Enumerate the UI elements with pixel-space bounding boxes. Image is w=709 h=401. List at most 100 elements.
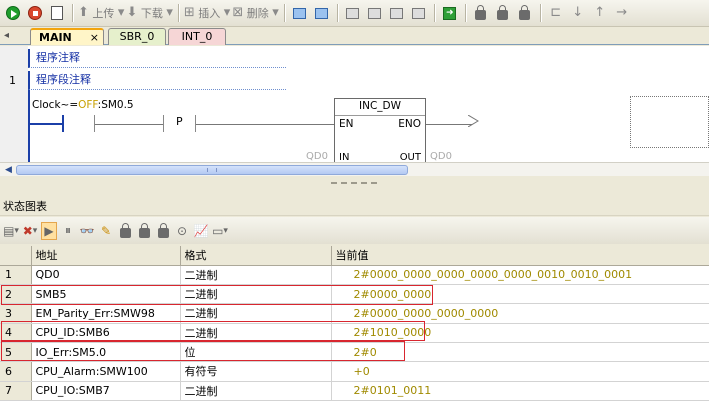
next-bookmark-button[interactable] <box>387 3 407 23</box>
address-cell[interactable]: QD0 <box>31 265 181 285</box>
delete-button[interactable]: ⊠ 删除 ▾ <box>232 3 278 23</box>
insert-button[interactable]: ⊞ 插入 ▾ <box>184 3 230 23</box>
address-cell[interactable]: CPU_ID:SMB6 <box>31 323 181 343</box>
stop-icon <box>28 6 42 20</box>
trend-button[interactable]: 📈 <box>193 222 209 240</box>
toolbar-separator <box>283 4 285 22</box>
lock-icon <box>475 5 487 20</box>
address-cell[interactable]: EM_Parity_Err:SMW98 <box>31 303 181 324</box>
scroll-left-icon[interactable]: ◀ <box>2 164 15 176</box>
table-row[interactable]: 3 EM_Parity_Err:SMW98 二进制 2#0000_0000_00… <box>0 303 709 324</box>
format-cell[interactable]: 二进制 <box>180 265 332 285</box>
run-button[interactable] <box>3 3 23 23</box>
address-cell[interactable]: CPU_IO:SMB7 <box>31 381 181 401</box>
contact-address: :SM0.5 <box>97 99 134 111</box>
line-down-icon: ↓ <box>572 5 584 20</box>
splitter-grip <box>361 182 367 184</box>
empty-network-box[interactable] <box>630 96 709 148</box>
delete-row-button[interactable]: ✖ ▾ <box>22 222 38 240</box>
unforce-all-button[interactable] <box>155 222 171 240</box>
tab-int0[interactable]: INT_0 <box>168 28 226 45</box>
editor-hscrollbar[interactable]: ◀ <box>0 162 709 176</box>
chevron-down-icon: ▾ <box>166 5 173 20</box>
new-row-button[interactable]: ▤ ▾ <box>3 222 19 240</box>
clear-bookmark-button[interactable] <box>409 3 429 23</box>
format-cell[interactable]: 二进制 <box>180 381 332 401</box>
lock-add-icon <box>519 5 531 20</box>
force-lock-icon <box>119 222 131 238</box>
bookmark-icon <box>346 7 360 19</box>
contact-prefix: Clock~= <box>32 99 79 111</box>
symbol-view-button[interactable] <box>312 3 332 23</box>
tab-sbr0[interactable]: SBR_0 <box>108 28 166 45</box>
address-cell[interactable]: IO_Err:SM5.0 <box>31 342 181 363</box>
table-row[interactable]: 1 QD0 二进制 2#0000_0000_0000_0000_0000_001… <box>0 265 709 285</box>
force-button[interactable] <box>117 222 133 240</box>
p-contact-label[interactable]: P <box>176 115 183 128</box>
table-header-row: 地址 格式 当前值 <box>0 246 709 266</box>
block-en-pin: EN <box>339 118 354 130</box>
contact-sm05-bar[interactable] <box>62 115 64 132</box>
options-button[interactable]: ▭ ▾ <box>212 222 228 240</box>
table-row[interactable]: 6 CPU_Alarm:SMW100 有符号 +0 <box>0 361 709 382</box>
network-view-button[interactable] <box>290 3 310 23</box>
glasses-button[interactable]: 👓 <box>79 222 95 240</box>
pane-splitter[interactable] <box>0 176 709 198</box>
format-cell[interactable]: 二进制 <box>180 284 332 305</box>
address-cell[interactable]: CPU_Alarm:SMW100 <box>31 361 181 382</box>
format-cell[interactable]: 有符号 <box>180 361 332 382</box>
upload-button[interactable]: ⬆ 上传 ▾ <box>78 3 124 23</box>
lock-add-button[interactable] <box>515 3 535 23</box>
download-label: 下载 <box>140 7 163 20</box>
network-comment[interactable]: 程序段注释 <box>28 71 286 90</box>
block-in-pin: IN <box>339 152 350 162</box>
program-comment[interactable]: 程序注释 <box>28 49 286 68</box>
lock-button[interactable] <box>471 3 491 23</box>
address-cell[interactable]: SMB5 <box>31 284 181 305</box>
header-current-value[interactable]: 当前值 <box>331 246 709 266</box>
line-up-button[interactable]: ↑ <box>590 3 610 23</box>
tab-scroll-left-icon[interactable]: ◂ <box>4 30 9 41</box>
branch-button[interactable]: ⊏ <box>546 3 566 23</box>
tab-close-icon[interactable]: × <box>90 30 99 46</box>
delete-label: 删除 <box>246 7 269 20</box>
row-number: 1 <box>0 265 32 285</box>
pause-button[interactable]: ⏸ <box>60 222 76 240</box>
stop-button[interactable] <box>25 3 45 23</box>
chevron-down-icon: ▾ <box>32 225 38 236</box>
unlock-button[interactable] <box>493 3 513 23</box>
table-row[interactable]: 2 SMB5 二进制 2#0000_0000 <box>0 284 709 305</box>
value-cell: 2#0000_0000_0000_0000 <box>331 303 709 324</box>
header-format[interactable]: 格式 <box>180 246 332 266</box>
unforce-button[interactable] <box>136 222 152 240</box>
row-number: 7 <box>0 381 32 401</box>
prev-bookmark-button[interactable] <box>365 3 385 23</box>
format-cell[interactable]: 位 <box>180 342 332 363</box>
network-gutter <box>0 46 28 162</box>
glasses-icon: 👓 <box>79 223 95 238</box>
format-cell[interactable]: 二进制 <box>180 303 332 324</box>
table-row[interactable]: 4 CPU_ID:SMB6 二进制 2#1010_0000 <box>0 323 709 343</box>
table-row[interactable]: 7 CPU_IO:SMB7 二进制 2#0101_0011 <box>0 381 709 401</box>
trend-icon: 📈 <box>193 223 209 238</box>
chevron-down-icon: ▾ <box>272 5 279 20</box>
contact-label[interactable]: Clock~=OFF:SM0.5 <box>32 99 134 111</box>
inc-dw-block[interactable]: INC_DW EN ENO IN OUT <box>334 98 426 162</box>
table-row[interactable]: 5 IO_Err:SM5.0 位 2#0 <box>0 342 709 363</box>
header-address[interactable]: 地址 <box>31 246 181 266</box>
bookmark-button[interactable] <box>343 3 363 23</box>
read-forced-button[interactable]: ⊙ <box>174 222 190 240</box>
line-right-icon: → <box>616 5 628 20</box>
edit-button[interactable] <box>47 3 67 23</box>
prev-bookmark-icon <box>368 7 382 19</box>
ladder-editor[interactable]: 程序注释 1 程序段注释 Clock~=OFF:SM0.5 P INC_DW E… <box>0 46 709 162</box>
tab-main[interactable]: MAIN × <box>30 28 104 45</box>
download-button[interactable]: ⬇ 下载 ▾ <box>126 3 172 23</box>
scroll-thumb[interactable] <box>16 165 408 175</box>
line-right-button[interactable]: → <box>612 3 632 23</box>
write-button[interactable]: ✎ <box>98 222 114 240</box>
line-down-button[interactable]: ↓ <box>568 3 588 23</box>
compile-button[interactable]: ➜ <box>440 3 460 23</box>
monitor-button[interactable]: ▶ <box>41 221 57 240</box>
format-cell[interactable]: 二进制 <box>180 323 332 343</box>
